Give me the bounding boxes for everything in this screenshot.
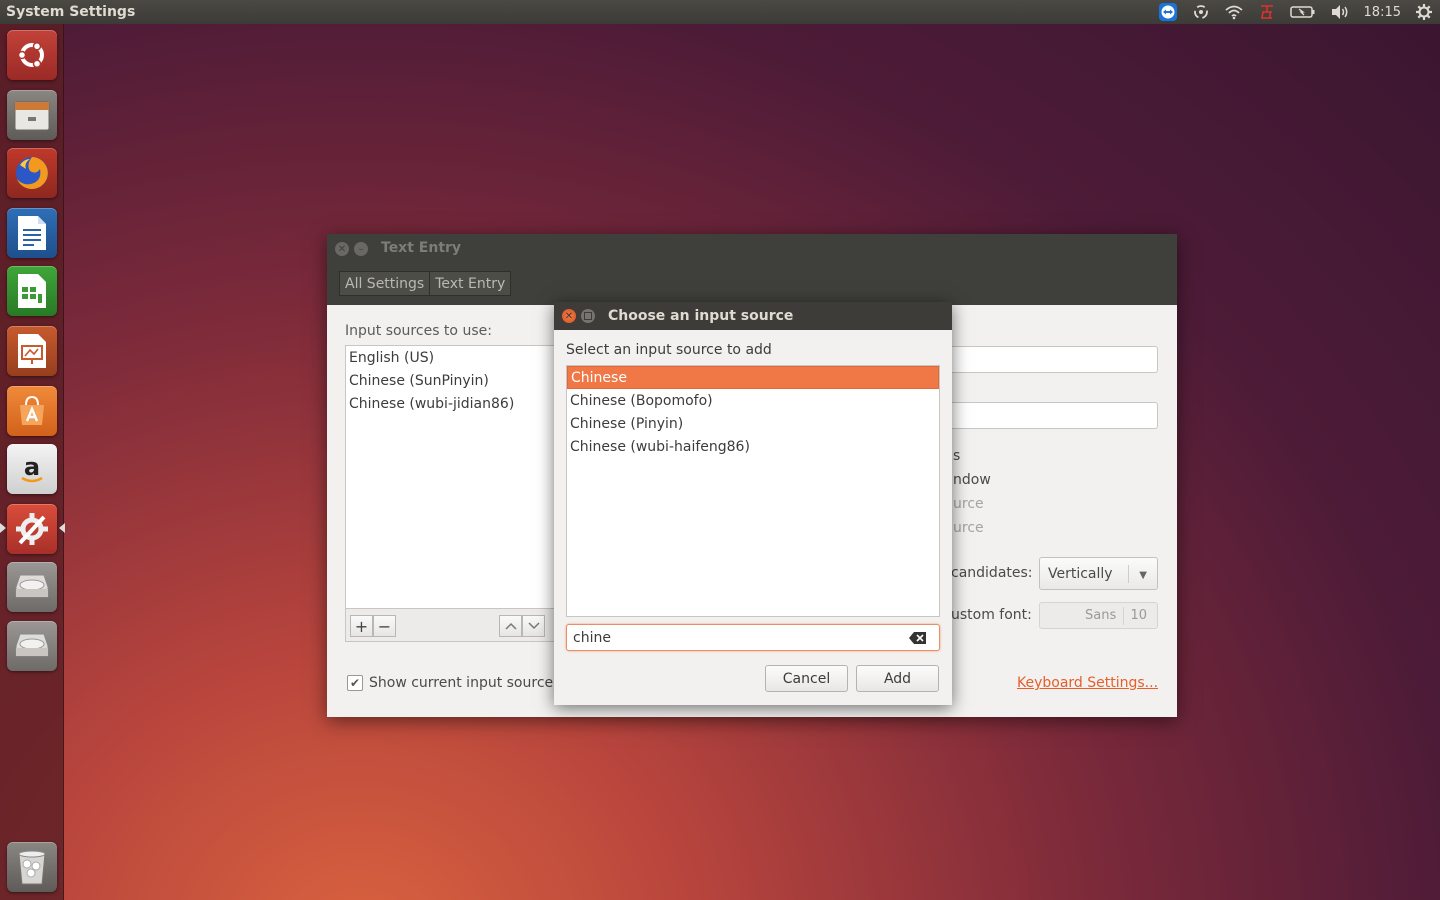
remove-source-button[interactable]: − [373,615,396,637]
minimize-icon[interactable]: – [354,242,368,256]
add-source-button[interactable]: + [350,615,373,637]
clock[interactable]: 18:15 [1357,0,1408,24]
battery-icon[interactable] [1283,0,1323,24]
list-item-selected[interactable]: Chinese [567,366,939,389]
list-item[interactable]: Chinese (Pinyin) [567,412,939,435]
font-separator [1123,607,1124,625]
show-current-checkbox[interactable]: ✔ Show current input source i [347,675,561,691]
breadcrumb-text-entry[interactable]: Text Entry [429,271,512,296]
drive-icon[interactable] [7,562,57,612]
custom-font-label: ustom font: [951,607,1032,623]
launcher: a [0,24,65,900]
switch-shortcut-field[interactable] [927,346,1158,373]
maximize-icon[interactable] [581,309,595,323]
checkbox-checked-icon[interactable]: ✔ [347,675,363,691]
chevron-down-icon: ▼ [1139,570,1147,581]
cancel-button[interactable]: Cancel [765,665,848,692]
close-icon[interactable]: ✕ [335,242,349,256]
font-button[interactable]: Sans 10 [1039,602,1158,629]
system-settings-icon[interactable] [7,504,57,554]
add-button[interactable]: Add [856,665,939,692]
move-down-button[interactable] [522,615,545,637]
active-indicator [0,523,6,533]
amazon-icon[interactable]: a [7,444,57,494]
close-icon[interactable]: ✕ [562,309,576,323]
font-name: Sans [1085,608,1117,623]
trash-icon[interactable] [7,842,57,892]
focus-indicator [59,523,65,533]
choose-input-source-dialog: ✕ Choose an input source Select an input… [554,302,952,705]
partial-label: urce [953,496,984,512]
sources-label: Input sources to use: [345,323,492,339]
partial-label: ndow [953,472,991,488]
dialog-title: Choose an input source [608,308,794,324]
candidates-value: Vertically [1048,565,1113,582]
wifi-icon[interactable] [1217,0,1251,24]
software-icon[interactable] [7,386,57,436]
list-item[interactable]: Chinese (SunPinyin) [346,369,574,392]
ubuntu-dash-icon[interactable] [7,30,57,80]
search-box [566,624,940,651]
show-current-label: Show current input source i [369,675,562,691]
settings-titlebar: ✕ – Text Entry All Settings Text Entry [327,234,1177,305]
combo-separator [1128,565,1129,583]
input-sources-list: English (US) Chinese (SunPinyin) Chinese… [345,345,575,609]
clear-search-icon[interactable] [909,631,927,649]
svg-text:a: a [24,453,40,481]
firefox-icon[interactable] [7,148,57,198]
drive-icon-2[interactable] [7,621,57,671]
list-item[interactable]: Chinese (wubi-jidian86) [346,392,574,415]
teamviewer-icon[interactable] [1151,0,1185,24]
dialog-titlebar: ✕ Choose an input source [554,302,952,330]
move-up-button[interactable] [499,615,522,637]
window-title: Text Entry [381,240,462,256]
keyboard-settings-link[interactable]: Keyboard Settings... [1017,675,1158,691]
calc-icon[interactable] [7,266,57,316]
switch-back-shortcut-field[interactable] [927,402,1158,429]
chevron-down-icon [527,622,540,630]
impress-icon[interactable] [7,326,57,376]
input-method-icon[interactable] [1251,0,1283,24]
breadcrumb: All Settings Text Entry [339,271,512,296]
search-input[interactable] [567,625,902,650]
candidates-label: candidates: [951,565,1033,581]
list-item[interactable]: English (US) [346,346,574,369]
sync-icon[interactable] [1185,0,1217,24]
partial-label: s [953,448,961,464]
writer-icon[interactable] [7,208,57,258]
top-panel: System Settings 18:15 [0,0,1440,24]
app-title: System Settings [6,4,136,20]
dialog-prompt: Select an input source to add [566,342,772,358]
list-item[interactable]: Chinese (Bopomofo) [567,389,939,412]
system-tray: 18:15 [1151,0,1440,24]
list-toolbar: + − [345,609,575,642]
list-item[interactable]: Chinese (wubi-haifeng86) [567,435,939,458]
font-size: 10 [1130,608,1147,623]
gear-icon[interactable] [1408,0,1440,24]
partial-label: urce [953,520,984,536]
input-source-options-list: Chinese Chinese (Bopomofo) Chinese (Piny… [566,365,940,617]
candidates-dropdown[interactable]: Vertically ▼ [1039,557,1158,590]
files-icon[interactable] [7,90,57,140]
chevron-up-icon [504,622,517,630]
breadcrumb-all-settings[interactable]: All Settings [339,271,431,296]
volume-icon[interactable] [1323,0,1357,24]
